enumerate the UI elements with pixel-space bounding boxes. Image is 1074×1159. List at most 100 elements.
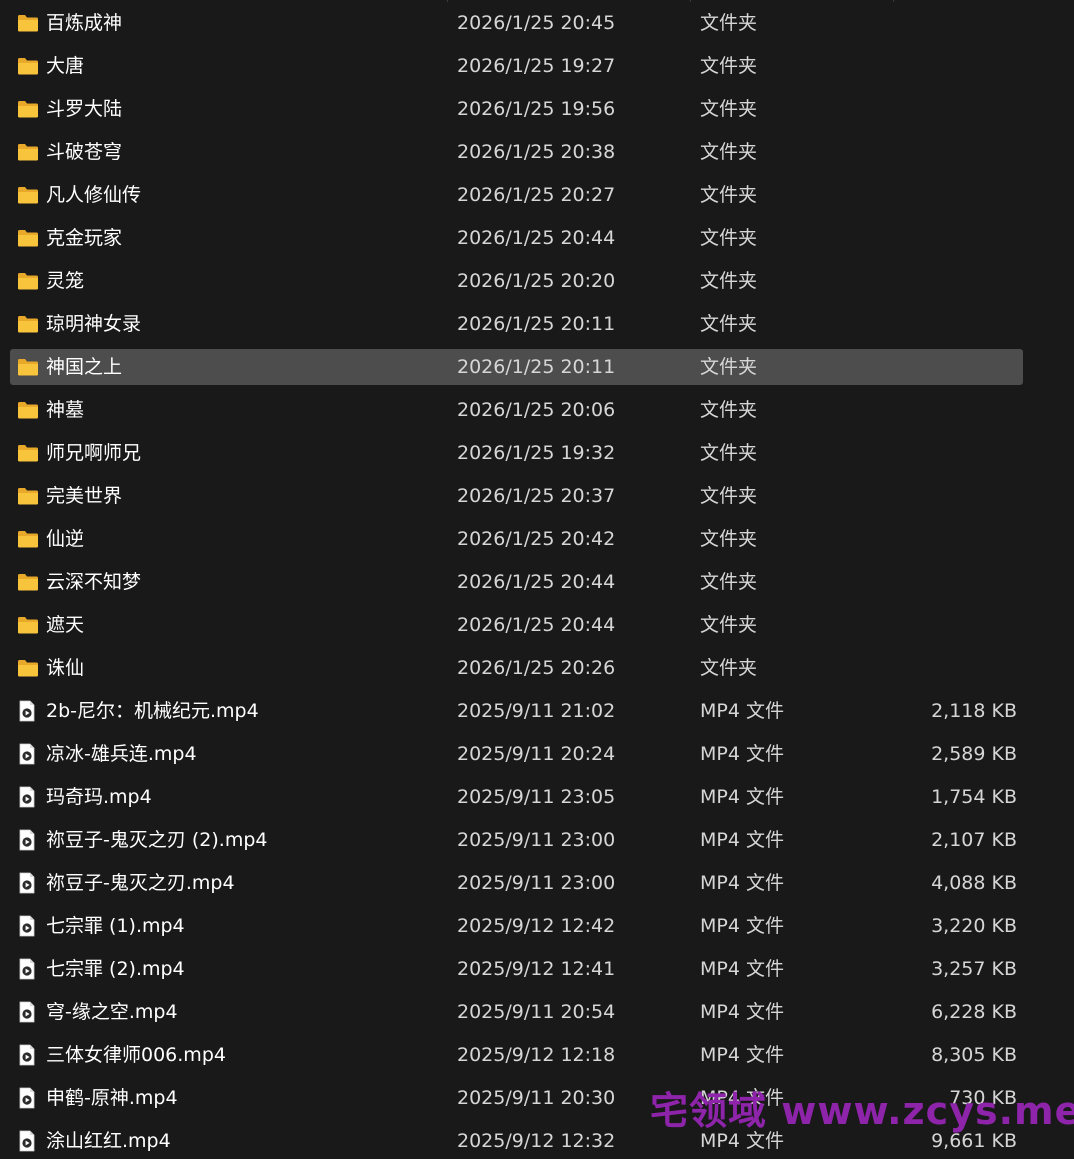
folder-row[interactable]: 完美世界 2026/1/25 20:37 文件夹 — [10, 478, 1023, 514]
file-type: 文件夹 — [700, 55, 758, 77]
file-name: 斗罗大陆 — [46, 98, 123, 120]
folder-row[interactable]: 神国之上 2026/1/25 20:11 文件夹 — [10, 349, 1023, 385]
file-modified-date: 2026/1/25 20:06 — [457, 399, 616, 421]
video-file-icon — [16, 1087, 38, 1109]
file-modified-date: 2026/1/25 19:32 — [457, 442, 616, 464]
video-file-icon — [16, 1130, 38, 1152]
file-name: 云深不知梦 — [46, 571, 142, 593]
file-name: 百炼成神 — [46, 12, 123, 34]
file-modified-date: 2026/1/25 20:44 — [457, 227, 616, 249]
folder-icon — [17, 99, 39, 119]
folder-row[interactable]: 斗破苍穹 2026/1/25 20:38 文件夹 — [10, 134, 1023, 170]
file-modified-date: 2026/1/25 20:11 — [457, 356, 616, 378]
video-file-icon — [16, 958, 38, 980]
file-name: 神墓 — [46, 399, 85, 421]
file-type: MP4 文件 — [700, 1044, 784, 1066]
file-modified-date: 2025/9/11 23:05 — [457, 786, 616, 808]
file-row[interactable]: 七宗罪 (2).mp4 2025/9/12 12:41 MP4 文件 3,257 KB — [10, 951, 1023, 987]
file-modified-date: 2026/1/25 20:20 — [457, 270, 616, 292]
file-type: 文件夹 — [700, 227, 758, 249]
file-row[interactable]: 三体女律师006.mp4 2025/9/12 12:18 MP4 文件 8,305 K… — [10, 1037, 1023, 1073]
folder-row[interactable]: 斗罗大陆 2026/1/25 19:56 文件夹 — [10, 91, 1023, 127]
folder-row[interactable]: 诛仙 2026/1/25 20:26 文件夹 — [10, 650, 1023, 686]
file-modified-date: 2025/9/12 12:42 — [457, 915, 616, 937]
video-file-icon — [16, 872, 38, 894]
file-size: 2,107 KB — [931, 829, 1017, 851]
folder-icon — [17, 529, 39, 549]
folder-icon — [17, 13, 39, 33]
watermark-text: 宅领域 www.zcys.me — [650, 1089, 1074, 1133]
file-name: 完美世界 — [46, 485, 123, 507]
file-type: MP4 文件 — [700, 958, 784, 980]
folder-icon — [17, 271, 39, 291]
file-name: 斗破苍穹 — [46, 141, 123, 163]
folder-icon — [17, 185, 39, 205]
folder-icon — [17, 443, 39, 463]
file-type: 文件夹 — [700, 141, 758, 163]
file-type: MP4 文件 — [700, 872, 784, 894]
folder-row[interactable]: 琼明神女录 2026/1/25 20:11 文件夹 — [10, 306, 1023, 342]
file-size: 2,589 KB — [931, 743, 1017, 765]
file-type: 文件夹 — [700, 442, 758, 464]
folder-icon — [17, 142, 39, 162]
file-modified-date: 2025/9/11 20:24 — [457, 743, 616, 765]
file-size: 2,118 KB — [931, 700, 1017, 722]
column-separator — [893, 0, 894, 2]
folder-row[interactable]: 遮天 2026/1/25 20:44 文件夹 — [10, 607, 1023, 643]
folder-row[interactable]: 仙逆 2026/1/25 20:42 文件夹 — [10, 521, 1023, 557]
video-file-icon — [16, 829, 38, 851]
file-modified-date: 2025/9/11 23:00 — [457, 872, 616, 894]
file-name: 凉冰-雄兵连.mp4 — [46, 743, 197, 765]
file-type: 文件夹 — [700, 270, 758, 292]
file-type: MP4 文件 — [700, 1001, 784, 1023]
folder-row[interactable]: 师兄啊师兄 2026/1/25 19:32 文件夹 — [10, 435, 1023, 471]
folder-icon — [17, 572, 39, 592]
file-modified-date: 2025/9/12 12:41 — [457, 958, 616, 980]
file-type: 文件夹 — [700, 356, 758, 378]
file-modified-date: 2026/1/25 20:11 — [457, 313, 616, 335]
file-name: 神国之上 — [46, 356, 123, 378]
file-name: 玛奇玛.mp4 — [46, 786, 152, 808]
folder-row[interactable]: 凡人修仙传 2026/1/25 20:27 文件夹 — [10, 177, 1023, 213]
file-row[interactable]: 玛奇玛.mp4 2025/9/11 23:05 MP4 文件 1,754 KB — [10, 779, 1023, 815]
file-name: 诛仙 — [46, 657, 85, 679]
file-modified-date: 2026/1/25 19:27 — [457, 55, 616, 77]
file-row[interactable]: 2b-尼尔：机械纪元.mp4 2025/9/11 21:02 MP4 文件 2,118… — [10, 693, 1023, 729]
file-type: MP4 文件 — [700, 700, 784, 722]
file-row[interactable]: 凉冰-雄兵连.mp4 2025/9/11 20:24 MP4 文件 2,589 KB — [10, 736, 1023, 772]
file-modified-date: 2026/1/25 20:26 — [457, 657, 616, 679]
file-type: 文件夹 — [700, 485, 758, 507]
file-type: 文件夹 — [700, 313, 758, 335]
file-size: 3,220 KB — [931, 915, 1017, 937]
file-row[interactable]: 祢豆子-鬼灭之刃 (2).mp4 2025/9/11 23:00 MP4 文件 2,1… — [10, 822, 1023, 858]
file-row[interactable]: 祢豆子-鬼灭之刃.mp4 2025/9/11 23:00 MP4 文件 4,088 K… — [10, 865, 1023, 901]
file-name: 穹-缘之空.mp4 — [46, 1001, 178, 1023]
file-modified-date: 2025/9/11 21:02 — [457, 700, 616, 722]
file-size: 1,754 KB — [931, 786, 1017, 808]
file-type: MP4 文件 — [700, 743, 784, 765]
folder-icon — [17, 314, 39, 334]
file-size: 4,088 KB — [931, 872, 1017, 894]
folder-row[interactable]: 大唐 2026/1/25 19:27 文件夹 — [10, 48, 1023, 84]
file-modified-date: 2026/1/25 20:27 — [457, 184, 616, 206]
file-name: 三体女律师006.mp4 — [46, 1044, 226, 1066]
folder-row[interactable]: 灵笼 2026/1/25 20:20 文件夹 — [10, 263, 1023, 299]
file-modified-date: 2026/1/25 19:56 — [457, 98, 616, 120]
column-separator — [690, 0, 691, 2]
folder-row[interactable]: 百炼成神 2026/1/25 20:45 文件夹 — [10, 5, 1023, 41]
folder-icon — [17, 486, 39, 506]
file-row[interactable]: 七宗罪 (1).mp4 2025/9/12 12:42 MP4 文件 3,220 KB — [10, 908, 1023, 944]
file-type: 文件夹 — [700, 571, 758, 593]
folder-row[interactable]: 云深不知梦 2026/1/25 20:44 文件夹 — [10, 564, 1023, 600]
folder-row[interactable]: 神墓 2026/1/25 20:06 文件夹 — [10, 392, 1023, 428]
file-type: 文件夹 — [700, 528, 758, 550]
file-name: 仙逆 — [46, 528, 85, 550]
file-name: 2b-尼尔：机械纪元.mp4 — [46, 700, 259, 722]
file-size: 8,305 KB — [931, 1044, 1017, 1066]
file-row[interactable]: 穹-缘之空.mp4 2025/9/11 20:54 MP4 文件 6,228 KB — [10, 994, 1023, 1030]
folder-row[interactable]: 克金玩家 2026/1/25 20:44 文件夹 — [10, 220, 1023, 256]
folder-icon — [17, 400, 39, 420]
file-name: 大唐 — [46, 55, 85, 77]
file-name: 遮天 — [46, 614, 85, 636]
file-modified-date: 2025/9/11 20:54 — [457, 1001, 616, 1023]
